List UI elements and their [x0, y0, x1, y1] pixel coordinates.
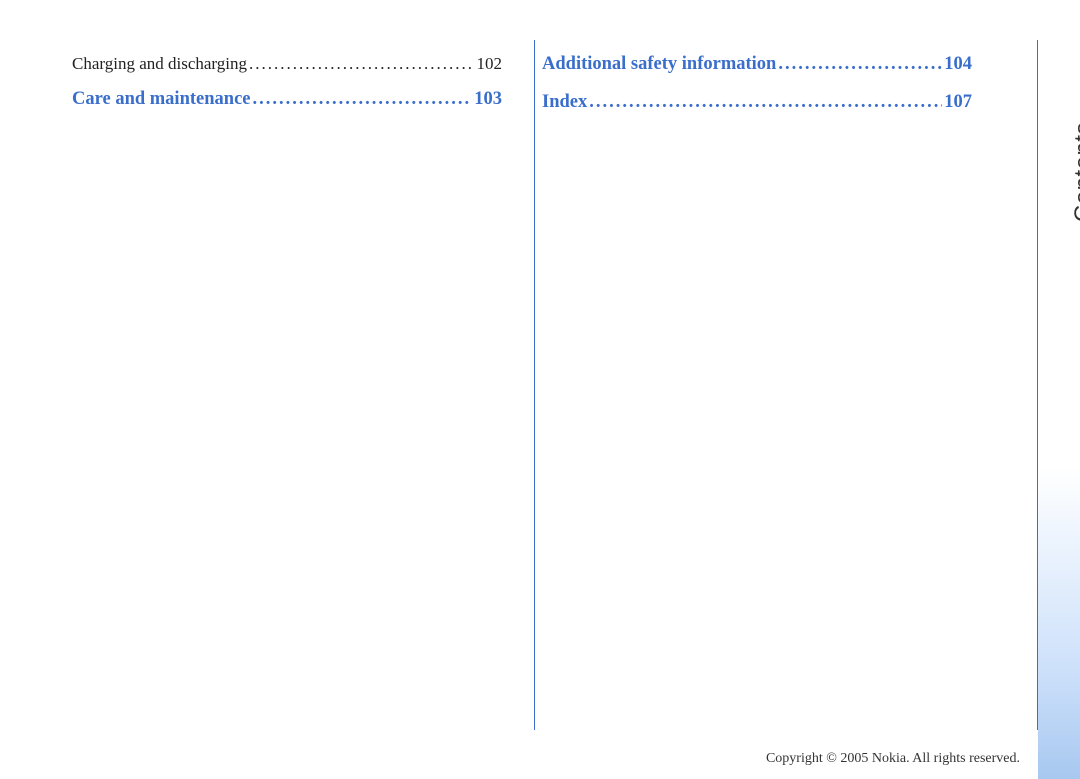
toc-column-left: Charging and discharging ...............…: [72, 50, 522, 730]
toc-entry: Additional safety information ..........…: [542, 50, 972, 80]
toc-entry-dots: ........................................…: [249, 50, 474, 77]
column-divider: [534, 40, 535, 730]
side-tab: Contents: [1038, 0, 1080, 779]
toc-entry: Index ..................................…: [542, 88, 972, 118]
side-tab-label: Contents: [1070, 122, 1080, 222]
page-root: Charging and discharging ...............…: [0, 0, 1080, 779]
toc-entry-page: 107: [944, 88, 972, 118]
toc-entry-page: 102: [477, 50, 503, 77]
toc-entry-dots: ........................................…: [253, 85, 473, 115]
toc-entry-page: 104: [944, 50, 972, 80]
toc-entry: Charging and discharging ...............…: [72, 50, 502, 77]
toc-entry-title: Care and maintenance: [72, 85, 251, 115]
toc-entry-dots: ........................................…: [589, 88, 942, 118]
toc-entry-title: Index: [542, 88, 587, 118]
toc-entry-title: Charging and discharging: [72, 50, 247, 77]
toc-entry-dots: ........................................…: [778, 50, 942, 80]
toc-entry-title: Additional safety information: [542, 50, 776, 80]
toc-entry: Care and maintenance ...................…: [72, 85, 502, 115]
toc-column-right: Additional safety information ..........…: [522, 50, 972, 730]
content-area: Charging and discharging ...............…: [72, 50, 972, 730]
toc-entry-page: 103: [474, 85, 502, 115]
footer-copyright: Copyright © 2005 Nokia. All rights reser…: [766, 751, 1020, 767]
